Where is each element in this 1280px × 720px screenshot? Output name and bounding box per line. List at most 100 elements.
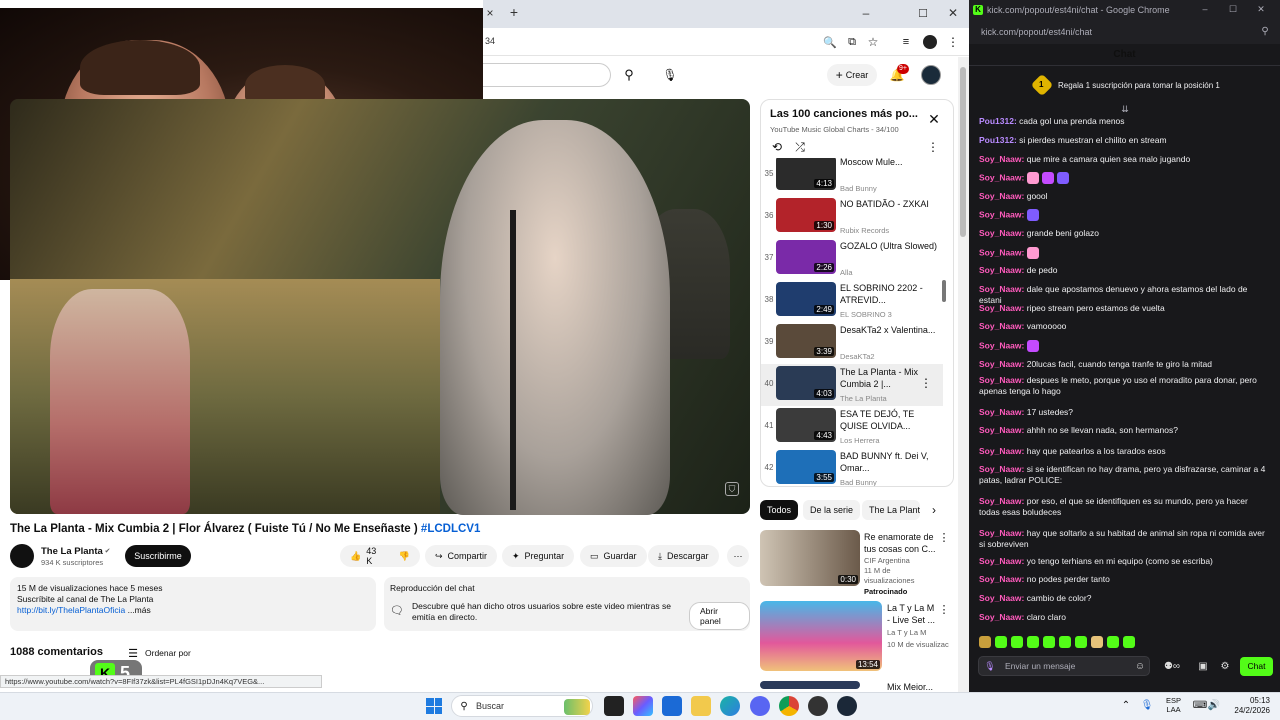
chat-settings-icon[interactable]: ⚙ (1219, 660, 1231, 672)
chip-series[interactable]: De la serie (803, 500, 861, 520)
shuffle-icon[interactable]: ⤮ (793, 140, 807, 154)
close-playlist-icon[interactable]: ✕ (927, 111, 941, 127)
emote-icon[interactable] (1059, 636, 1071, 648)
emote-icon[interactable] (1123, 636, 1135, 648)
playlist-item[interactable]: 42 3:55 BAD BUNNY ft. Dei V, Omar... Bad… (761, 448, 943, 486)
volume-icon[interactable]: 🔊 (1208, 699, 1220, 711)
minimize-button[interactable]: – (859, 6, 873, 20)
search-icon[interactable]: ⚲ (613, 63, 645, 87)
chat-username[interactable]: Soy_Naaw: (979, 446, 1027, 456)
discord-icon[interactable] (750, 696, 770, 716)
like-count[interactable]: 43 K (366, 546, 384, 566)
steam-icon[interactable] (837, 696, 857, 716)
page-scrollbar[interactable] (958, 57, 969, 692)
rec-thumbnail[interactable]: 0:30 (760, 530, 860, 586)
playlist-subtitle[interactable]: YouTube Music Global Charts - 34/100 (770, 125, 899, 134)
chat-maximize-button[interactable]: ☐ (1227, 3, 1239, 15)
playlist-item[interactable]: 37 2:26 GOZALO (Ultra Slowed) Alla (761, 238, 943, 280)
chat-mod-icon[interactable]: ▣ (1197, 660, 1209, 672)
emote-icon[interactable] (1026, 247, 1039, 259)
chat-username[interactable]: Soy_Naaw: (979, 284, 1027, 294)
chat-username[interactable]: Soy_Naaw: (979, 359, 1027, 369)
emote-icon[interactable] (1075, 636, 1087, 648)
microphone-icon[interactable]: 🎙 (660, 65, 680, 85)
description-box[interactable]: 15 M de visualizaciones hace 5 meses Sus… (10, 577, 376, 631)
clock[interactable]: 05:13 24/2/2026 (1226, 696, 1270, 716)
more-actions-button[interactable]: ⋯ (727, 545, 749, 567)
like-icon[interactable]: 👍 (350, 551, 361, 562)
chat-zoom-icon[interactable]: ⚲ (1259, 25, 1271, 37)
save-button[interactable]: ▭ Guardar (580, 545, 647, 567)
playlist-menu-icon[interactable]: ⋮ (927, 140, 939, 154)
subscribe-button[interactable]: Suscribirme (125, 545, 191, 567)
bookmark-star-icon[interactable]: ☆ (866, 35, 880, 49)
collapse-icon[interactable]: ⇊ (1119, 104, 1131, 114)
store-icon[interactable] (662, 696, 682, 716)
network-icon[interactable]: ⌨ (1193, 699, 1207, 711)
chat-close-button[interactable]: ✕ (1255, 3, 1267, 15)
rec-title[interactable]: Re enamorate de tus cosas con C... (864, 531, 940, 555)
close-window-button[interactable]: ✕ (946, 6, 960, 20)
emote-icon[interactable] (1011, 636, 1023, 648)
emote-icon[interactable] (1043, 636, 1055, 648)
rec-menu-icon[interactable]: ⋮ (939, 531, 950, 544)
chat-badges-icon[interactable]: ⚉∞ (1160, 660, 1184, 672)
chrome-icon[interactable] (779, 696, 799, 716)
chat-username[interactable]: Soy_Naaw: (979, 303, 1027, 313)
sort-label[interactable]: Ordenar por (145, 648, 191, 658)
epic-games-icon[interactable] (604, 696, 624, 716)
rec-thumbnail[interactable]: 13:54 (760, 601, 882, 671)
playlist-item[interactable]: 39 3:39 DesaKTa2 x Valentina... DesaKTa2 (761, 322, 943, 364)
channel-avatar[interactable] (10, 544, 34, 568)
chat-username[interactable]: Soy_Naaw: (979, 228, 1027, 238)
desc-link[interactable]: http://bit.ly/ThelaPlantaOficia (17, 605, 125, 615)
create-button[interactable]: + Crear (827, 64, 877, 86)
chat-username[interactable]: Soy_Naaw: (979, 574, 1027, 584)
dislike-icon[interactable]: 👎 (399, 551, 410, 562)
share-button[interactable]: ↪ Compartir (425, 545, 498, 567)
install-icon[interactable]: ⧉ (845, 35, 859, 49)
chat-input[interactable]: 🎙 Enviar un mensaje ☺ (978, 656, 1150, 676)
chat-minimize-button[interactable]: – (1199, 3, 1211, 15)
chat-address-bar[interactable]: kick.com/popout/est4ni/chat ⚲ (969, 20, 1280, 44)
copilot-icon[interactable] (633, 696, 653, 716)
playlist-item-current[interactable]: 40 4:03 The La Planta - Mix Cumbia 2 |..… (761, 364, 943, 406)
channel-name[interactable]: The La Planta (41, 546, 103, 557)
channel-watermark-icon[interactable]: ⛉ (725, 482, 739, 496)
tray-mic-icon[interactable]: 🎙 (1141, 699, 1154, 711)
chat-username[interactable]: Soy_Naaw: (979, 321, 1027, 331)
search-input[interactable] (483, 63, 611, 87)
download-button[interactable]: ⤓ Descargar (648, 545, 719, 567)
rec-title[interactable]: La T y La M - Live Set ... (887, 602, 939, 626)
emote-icon[interactable] (1041, 172, 1054, 184)
chat-username[interactable]: Soy_Naaw: (979, 612, 1027, 622)
maximize-button[interactable]: ☐ (916, 6, 930, 20)
chat-username[interactable]: Soy_Naaw: (979, 407, 1027, 417)
emote-icon[interactable] (1107, 636, 1119, 648)
emote-icon[interactable] (1026, 340, 1039, 352)
chat-username[interactable]: Soy_Naaw: (979, 154, 1027, 164)
rec-menu-icon[interactable]: ⋮ (939, 603, 950, 616)
chat-username[interactable]: Soy_Naaw: (979, 425, 1027, 435)
emote-icon[interactable] (979, 636, 991, 648)
emoji-icon[interactable]: ☺ (1134, 660, 1146, 672)
chip-all[interactable]: Todos (760, 500, 799, 520)
emote-icon[interactable] (1026, 172, 1039, 184)
emote-icon[interactable] (995, 636, 1007, 648)
menu-dots-icon[interactable]: ⋮ (947, 35, 959, 49)
emote-icon[interactable] (1026, 209, 1039, 221)
chat-username[interactable]: Pou1312: (979, 116, 1019, 126)
playlist-item[interactable]: 41 4:43 ESA TE DEJÓ, TE QUISE OLVIDA... … (761, 406, 943, 448)
chat-username[interactable]: Soy_Naaw: (979, 265, 1027, 275)
item-menu-icon[interactable]: ⋮ (920, 376, 932, 390)
chat-username[interactable]: Soy_Naaw: (979, 556, 1027, 566)
page-scroll-thumb[interactable] (960, 67, 966, 237)
chevron-right-icon[interactable]: › (928, 503, 940, 517)
playlist-scrollbar[interactable] (942, 280, 946, 302)
emote-icon[interactable] (1091, 636, 1103, 648)
loop-icon[interactable]: ⟲ (770, 140, 784, 154)
media-controls-icon[interactable]: ≡ (899, 35, 913, 49)
rec-title[interactable]: Mix Mejor... (887, 681, 963, 690)
chat-username[interactable]: Soy_Naaw: (979, 593, 1027, 603)
account-avatar[interactable] (921, 65, 941, 85)
